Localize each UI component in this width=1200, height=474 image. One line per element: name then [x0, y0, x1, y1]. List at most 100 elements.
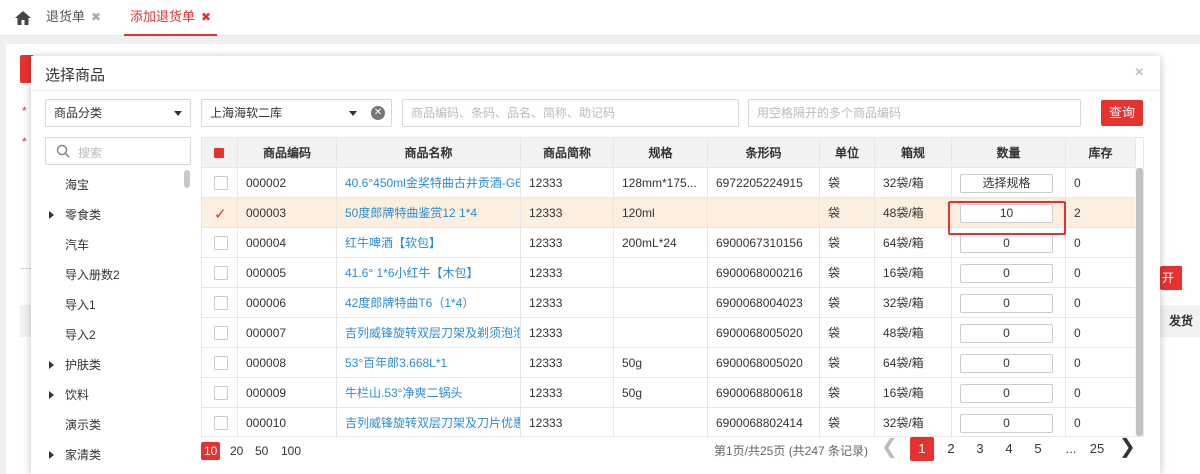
page-25[interactable]: 25	[1085, 437, 1109, 461]
header-stock: 库存	[1066, 138, 1136, 168]
tab-add-return-order[interactable]: 添加退货单 ✖	[124, 0, 218, 36]
clear-icon[interactable]: ✕	[371, 106, 385, 120]
category-item[interactable]: 导入1	[45, 290, 191, 320]
row-checkbox[interactable]	[214, 356, 228, 370]
product-stock: 2	[1066, 198, 1136, 228]
category-item[interactable]: 零食类	[45, 200, 191, 230]
product-name-link[interactable]: 41.6° 1*6小红牛【木包】	[337, 258, 521, 288]
product-stock: 0	[1066, 408, 1136, 436]
category-label: 护肤类	[65, 358, 102, 372]
quantity-input[interactable]: 0	[960, 354, 1053, 373]
product-spec: 128mm*175...	[614, 168, 708, 198]
product-name-link[interactable]: 42度郎牌特曲T6（1*4）	[337, 288, 521, 318]
home-icon[interactable]	[14, 9, 32, 27]
category-select[interactable]: 商品分类	[45, 99, 191, 127]
caret-right-icon[interactable]	[49, 451, 54, 459]
row-checkbox-cell	[202, 378, 238, 408]
quantity-input[interactable]: 0	[960, 264, 1053, 283]
close-icon[interactable]: ✖	[201, 10, 211, 24]
category-label: 导入2	[65, 328, 96, 342]
category-item[interactable]: 饮料	[45, 380, 191, 410]
category-scrollbar[interactable]	[184, 170, 190, 188]
row-checkbox[interactable]	[214, 416, 228, 430]
product-short-name: 12333	[521, 288, 614, 318]
header-checkbox-cell	[202, 138, 238, 168]
quantity-input[interactable]: 0	[960, 384, 1053, 403]
category-item[interactable]: 护肤类	[45, 350, 191, 380]
page-1[interactable]: 1	[910, 437, 934, 461]
header-barcode: 条形码	[708, 138, 820, 168]
table-row[interactable]: 000007 吉列威锋旋转双层刀架及剃须泡泡组 12333 6900068005020…	[202, 318, 1136, 348]
quantity-input[interactable]: 0	[960, 414, 1053, 433]
quantity-input[interactable]: 0	[960, 294, 1053, 313]
product-unit: 袋	[820, 258, 875, 288]
caret-right-icon[interactable]	[49, 211, 54, 219]
product-stock: 0	[1066, 288, 1136, 318]
page-size-20[interactable]: 20	[230, 442, 243, 460]
next-page-icon[interactable]: ❯	[1119, 435, 1136, 459]
quantity-input[interactable]: 0	[960, 324, 1053, 343]
row-checkbox-cell	[202, 348, 238, 378]
page-size-10[interactable]: 10	[201, 442, 221, 460]
prev-page-icon[interactable]: ❮	[881, 435, 898, 459]
product-short-name: 12333	[521, 378, 614, 408]
table-row[interactable]: 000005 41.6° 1*6小红牛【木包】 12333 6900068000216…	[202, 258, 1136, 288]
close-icon[interactable]: ✖	[91, 10, 101, 24]
table-row[interactable]: 000008 53°百年郎3.668L*1 12333 50g 690006800502…	[202, 348, 1136, 378]
caret-right-icon[interactable]	[49, 361, 54, 369]
query-button[interactable]: 查询	[1101, 100, 1143, 126]
product-barcode: 6900068000216	[708, 258, 820, 288]
product-name-link[interactable]: 53°百年郎3.668L*1	[337, 348, 521, 378]
row-checkbox[interactable]	[214, 236, 228, 250]
category-item[interactable]: 海宝	[45, 170, 191, 200]
product-search-input[interactable]: 商品编码、条码、品名、简称、助记码	[402, 99, 739, 127]
page-2[interactable]: 2	[939, 437, 963, 461]
table-row[interactable]: 000006 42度郎牌特曲T6（1*4） 12333 6900068004023 袋 3…	[202, 288, 1136, 318]
product-name-link[interactable]: 吉列威锋旋转双层刀架及刀片优惠装	[337, 408, 521, 436]
checked-icon[interactable]: ✓	[214, 200, 227, 228]
table-row[interactable]: 000009 牛栏山.53°净爽二锅头 12333 50g 6900068800618 袋…	[202, 378, 1136, 408]
product-stock: 0	[1066, 168, 1136, 198]
caret-down-icon	[349, 111, 357, 116]
table-row[interactable]: 000010 吉列威锋旋转双层刀架及刀片优惠装 12333 6900068802414…	[202, 408, 1136, 436]
category-item[interactable]: 汽车	[45, 230, 191, 260]
select-spec-button[interactable]: 选择规格	[960, 174, 1053, 193]
search-icon	[56, 144, 70, 158]
quantity-cell: 0	[952, 318, 1066, 348]
page-3[interactable]: 3	[968, 437, 992, 461]
warehouse-select[interactable]: 上海海软二库 ✕	[201, 99, 392, 127]
page-size-100[interactable]: 100	[281, 442, 301, 460]
caret-right-icon[interactable]	[49, 391, 54, 399]
row-checkbox[interactable]	[214, 326, 228, 340]
row-checkbox[interactable]	[214, 296, 228, 310]
row-checkbox[interactable]	[214, 176, 228, 190]
product-code: 000004	[238, 228, 337, 258]
product-name-link[interactable]: 吉列威锋旋转双层刀架及剃须泡泡组	[337, 318, 521, 348]
multi-code-input[interactable]: 用空格隔开的多个商品编码	[748, 99, 1081, 127]
row-checkbox[interactable]	[214, 386, 228, 400]
product-name-link[interactable]: 40.6°450ml金奖特曲古井贡酒-G6*4	[337, 168, 521, 198]
product-code: 000007	[238, 318, 337, 348]
product-name-link[interactable]: 50度郎牌特曲鉴赏12 1*4	[337, 198, 521, 228]
quantity-highlight	[948, 201, 1066, 235]
close-icon[interactable]: ×	[1135, 64, 1144, 82]
product-name-link[interactable]: 红牛啤酒【软包】	[337, 228, 521, 258]
category-item[interactable]: 导入册数2	[45, 260, 191, 290]
row-checkbox[interactable]	[214, 266, 228, 280]
quantity-input[interactable]: 0	[960, 234, 1053, 253]
category-item[interactable]: 家清类	[45, 440, 191, 470]
page-size-50[interactable]: 50	[255, 442, 268, 460]
category-item[interactable]: 演示类	[45, 410, 191, 440]
category-search-input[interactable]: 搜索	[45, 137, 191, 165]
product-short-name: 12333	[521, 348, 614, 378]
category-label: 海宝	[65, 178, 90, 192]
table-row[interactable]: 000002 40.6°450ml金奖特曲古井贡酒-G6*4 12333 128mm*…	[202, 168, 1136, 198]
tab-return-order[interactable]: 退货单 ✖	[46, 0, 101, 36]
select-all-checkbox[interactable]	[214, 148, 224, 158]
table-scrollbar[interactable]	[1136, 168, 1143, 436]
page-ellipsis: ...	[1065, 441, 1077, 456]
product-name-link[interactable]: 牛栏山.53°净爽二锅头	[337, 378, 521, 408]
page-4[interactable]: 4	[997, 437, 1021, 461]
page-5[interactable]: 5	[1026, 437, 1050, 461]
category-item[interactable]: 导入2	[45, 320, 191, 350]
